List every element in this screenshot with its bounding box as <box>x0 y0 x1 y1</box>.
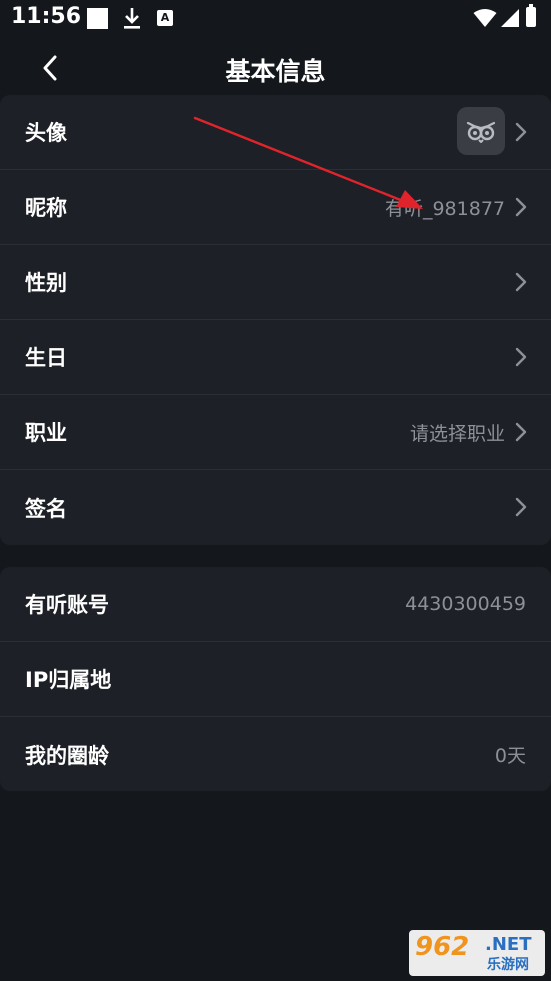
watermark-logo: 962 .NET 乐游网 <box>409 930 545 976</box>
row-avatar[interactable]: 头像 <box>0 95 551 170</box>
nickname-value: 有听_981877 <box>384 197 505 220</box>
row-gender[interactable]: 性别 <box>0 245 551 320</box>
chevron-right-icon <box>515 422 527 442</box>
row-label: 有听账号 <box>25 593 109 617</box>
watermark-number: 962 <box>415 932 470 962</box>
signal-icon <box>500 8 520 32</box>
wifi-icon <box>473 8 497 32</box>
chevron-right-icon <box>515 497 527 517</box>
battery-icon <box>526 4 536 27</box>
occupation-value: 请选择职业 <box>409 422 505 445</box>
profile-card: 头像 昵称 有听_981877 性别 生日 职业 请选择职业 签名 <box>0 95 551 545</box>
row-circle-age: 我的圈龄 0天 <box>0 717 551 791</box>
notification-a-icon: A <box>157 10 173 26</box>
chevron-right-icon <box>515 122 527 142</box>
status-time: 11:56 <box>11 4 82 29</box>
chevron-right-icon <box>515 347 527 367</box>
watermark-site-name: 乐游网 <box>487 957 529 973</box>
row-account-id: 有听账号 4430300459 <box>0 567 551 642</box>
row-ip-location: IP归属地 <box>0 642 551 717</box>
row-signature[interactable]: 签名 <box>0 470 551 545</box>
row-nickname[interactable]: 昵称 有听_981877 <box>0 170 551 245</box>
watermark-net: .NET <box>485 934 532 955</box>
owl-avatar-icon <box>466 121 496 143</box>
chevron-right-icon <box>515 197 527 217</box>
row-label: 我的圈龄 <box>25 743 109 768</box>
chevron-right-icon <box>515 272 527 292</box>
page-header: 基本信息 <box>0 40 551 96</box>
account-card: 有听账号 4430300459 IP归属地 我的圈龄 0天 <box>0 567 551 791</box>
row-label: 签名 <box>25 496 67 521</box>
notification-square-icon <box>87 8 108 29</box>
row-label: 头像 <box>25 121 67 145</box>
status-bar: 11:56 A <box>0 0 551 36</box>
account-id-value: 4430300459 <box>405 593 526 615</box>
row-label: 性别 <box>25 271 67 295</box>
row-occupation[interactable]: 职业 请选择职业 <box>0 395 551 470</box>
row-label: IP归属地 <box>25 668 112 692</box>
avatar[interactable] <box>457 107 505 155</box>
circle-age-value: 0天 <box>494 745 526 767</box>
row-label: 职业 <box>25 421 67 445</box>
row-label: 生日 <box>25 346 67 370</box>
row-label: 昵称 <box>25 196 67 220</box>
download-icon <box>122 6 142 34</box>
page-title: 基本信息 <box>225 57 326 86</box>
row-birthday[interactable]: 生日 <box>0 320 551 395</box>
